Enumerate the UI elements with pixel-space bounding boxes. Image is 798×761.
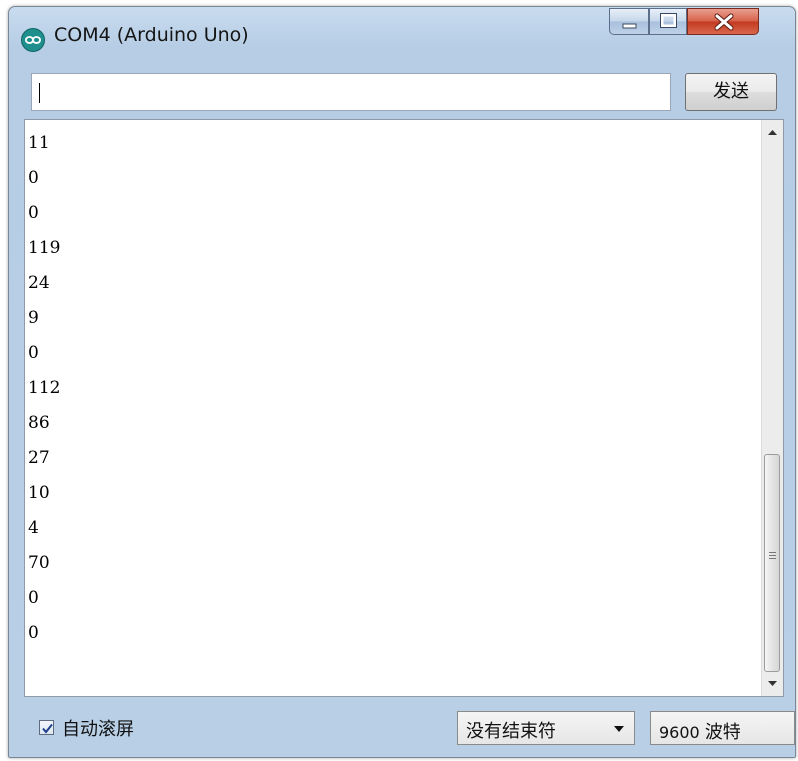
output-line: 70: [28, 553, 50, 573]
output-line: 0: [28, 623, 39, 643]
output-lines: 11 0 0 119 24 9 0 112 86 27 10 4 70 0 0: [28, 132, 60, 657]
output-line: 10: [28, 483, 50, 503]
output-line: 86: [28, 413, 50, 433]
baud-number: 9600: [659, 723, 700, 742]
output-line: 9: [28, 308, 39, 328]
line-ending-select[interactable]: 没有结束符: [457, 711, 635, 745]
send-row: 发送: [17, 69, 787, 115]
status-bar: 自动滚屏 没有结束符 9600 波特: [17, 699, 795, 751]
grip-line: [769, 558, 776, 559]
serial-output[interactable]: 11 0 0 119 24 9 0 112 86 27 10 4 70 0 0: [24, 119, 784, 697]
output-line: 11: [28, 133, 50, 153]
output-line: 0: [28, 588, 39, 608]
maximize-button[interactable]: [649, 8, 687, 35]
baud-unit: 波特: [704, 722, 741, 743]
scroll-thumb[interactable]: [764, 454, 780, 672]
output-line: 0: [28, 343, 39, 363]
minimize-icon: [622, 23, 637, 29]
output-line: 0: [28, 203, 39, 223]
autoscroll-label[interactable]: 自动滚屏: [62, 715, 134, 741]
text-caret: [39, 83, 40, 103]
grip-line: [769, 552, 776, 553]
chevron-down-icon: [614, 726, 624, 732]
arrow-down-icon: [768, 681, 777, 686]
output-line: 119: [28, 238, 61, 258]
window-title: COM4 (Arduino Uno): [54, 24, 249, 46]
vertical-scrollbar[interactable]: [761, 120, 783, 696]
baud-rate-value: 9600 波特: [659, 718, 741, 744]
serial-monitor-window: COM4 (Arduino Uno) 发送 11 0 0 119 24 9 0 …: [8, 6, 796, 758]
grip-line: [769, 555, 776, 556]
arrow-up-icon: [768, 130, 777, 135]
output-line: 4: [28, 518, 39, 538]
minimize-button[interactable]: [609, 8, 649, 35]
output-line: 24: [28, 273, 50, 293]
autoscroll-checkbox[interactable]: [39, 720, 54, 735]
close-button[interactable]: [687, 8, 759, 35]
title-bar[interactable]: COM4 (Arduino Uno): [9, 7, 795, 65]
output-line: 0: [28, 168, 39, 188]
close-icon: [714, 13, 734, 31]
line-ending-value: 没有结束符: [466, 721, 556, 742]
maximize-icon: [660, 13, 677, 28]
scroll-up-button[interactable]: [762, 122, 783, 143]
send-button[interactable]: 发送: [685, 73, 777, 111]
baud-rate-select[interactable]: 9600 波特: [650, 711, 795, 745]
scroll-down-button[interactable]: [762, 673, 783, 694]
output-line: 27: [28, 448, 50, 468]
output-line: 112: [28, 378, 61, 398]
send-input[interactable]: [31, 73, 671, 111]
arduino-infinity-icon: [21, 28, 45, 52]
checkmark-icon: [42, 723, 53, 734]
